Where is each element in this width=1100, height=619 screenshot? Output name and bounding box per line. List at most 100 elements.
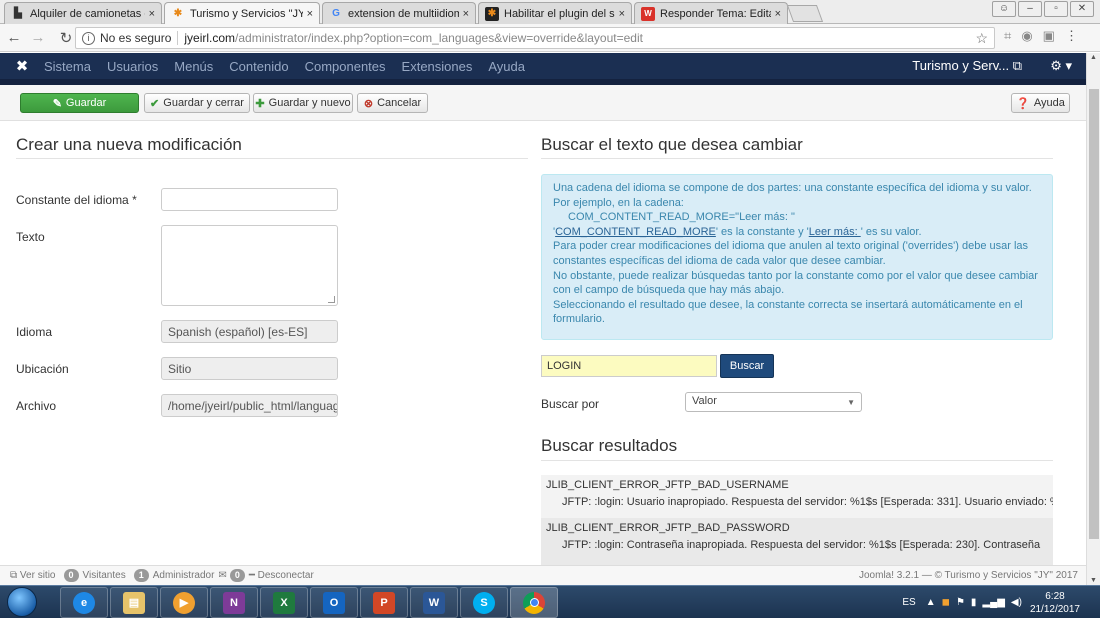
signal-icon[interactable]: ▂▄▆ <box>982 597 1004 608</box>
cancel-button[interactable]: ⊗ Cancelar <box>357 93 428 113</box>
joomla-dark-icon: ✱ <box>485 6 499 21</box>
taskbar-outlook[interactable]: O <box>310 587 358 618</box>
save-close-button[interactable]: ✔ Guardar y cerrar <box>144 93 250 113</box>
taskbar-powerpoint[interactable]: P <box>360 587 408 618</box>
info-line: No obstante, puede realizar búsquedas ta… <box>553 269 1038 282</box>
constant-label: Constante del idioma * <box>16 193 137 207</box>
language-label: Idioma <box>16 325 53 339</box>
menu-contenido[interactable]: Contenido <box>229 59 288 74</box>
search-input[interactable]: LOGIN <box>541 355 717 377</box>
taskbar-ie[interactable]: e <box>60 587 108 618</box>
tab-label: extension de multiidiom <box>348 7 459 20</box>
google-icon: G <box>332 8 340 19</box>
site-link[interactable]: Turismo y Serv... ⧉ <box>912 58 1022 74</box>
search-button[interactable]: Buscar <box>720 354 774 378</box>
messages-badge[interactable]: 0 <box>229 569 245 582</box>
menu-ayuda[interactable]: Ayuda <box>488 59 525 74</box>
help-button[interactable]: ❓ Ayuda <box>1011 93 1070 113</box>
network-icon[interactable]: ▮ <box>971 597 977 608</box>
constant-link[interactable]: COM_CONTENT_READ_MORE <box>555 226 716 238</box>
search-by-select[interactable]: Valor ▼ <box>685 392 862 412</box>
admins-badge: 1 <box>133 569 149 582</box>
search-by-label: Buscar por <box>541 397 600 411</box>
value-link[interactable]: Leer más: <box>809 226 861 238</box>
reload-icon[interactable]: ↻ <box>56 29 76 47</box>
file-field: /home/jyeirl/public_html/language/o <box>161 394 338 417</box>
info-icon[interactable]: i <box>82 31 95 45</box>
menu-sistema[interactable]: Sistema <box>44 59 91 74</box>
minimize-icon[interactable]: – <box>1018 1 1042 17</box>
taskbar-explorer[interactable]: ▤ <box>110 587 158 618</box>
info-line: constantes específicas del idioma de cad… <box>553 254 886 267</box>
info-alert: Una cadena del idioma se compone de dos … <box>541 174 1053 340</box>
taskbar-chrome[interactable] <box>510 587 558 618</box>
close-icon[interactable]: × <box>775 8 781 20</box>
result-item[interactable]: JLIB_CLIENT_ERROR_JFTP_BAD_PASSWORD JFTP… <box>541 518 1053 565</box>
bookmark-star-icon[interactable]: ☆ <box>975 30 988 47</box>
logout-link[interactable]: ━ Desconectar <box>249 570 314 581</box>
menu-dots-icon[interactable]: ⋮ <box>1065 28 1078 44</box>
extension-translate-icon[interactable]: ⌗ <box>1004 28 1011 44</box>
maximize-icon[interactable]: ▫ <box>1044 1 1068 17</box>
office-tray-icon[interactable]: ◼ <box>942 597 950 608</box>
menu-extensiones[interactable]: Extensiones <box>402 59 473 74</box>
user-settings-menu[interactable]: ⚙ ▾ <box>1050 58 1072 74</box>
page-scrollbar[interactable]: ▲ ▼ <box>1086 53 1100 585</box>
tab-label: Alquiler de camionetas e <box>30 7 145 20</box>
camera-icon[interactable]: ◉ <box>1021 28 1032 44</box>
footer-copyright: Joomla! 3.2.1 — © Turismo y Servicios "J… <box>859 570 1078 581</box>
save-button[interactable]: ✎ Guardar <box>20 93 139 113</box>
joomla-logo-icon[interactable]: ✖ <box>0 57 44 75</box>
back-icon[interactable]: ← <box>4 29 24 46</box>
info-fragment: ' es su valor. <box>860 225 922 238</box>
menu-usuarios[interactable]: Usuarios <box>107 59 158 74</box>
browser-tab-2[interactable]: ✱ Turismo y Servicios "JY" × <box>164 2 320 24</box>
help-label: Ayuda <box>1033 97 1065 109</box>
close-icon[interactable]: × <box>619 8 625 20</box>
browser-tab-4[interactable]: ✱ Habilitar el plugin del sis × <box>478 2 632 24</box>
text-label: Texto <box>16 230 45 244</box>
browser-tab-1[interactable]: ▙ Alquiler de camionetas e × <box>4 2 162 24</box>
close-window-icon[interactable]: ✕ <box>1070 1 1094 17</box>
info-line: 'COM_CONTENT_READ_MORE' es la constante … <box>553 225 1041 240</box>
menu-componentes[interactable]: Componentes <box>305 59 386 74</box>
extension-icon[interactable]: ▣ <box>1043 28 1055 44</box>
close-icon[interactable]: × <box>149 8 155 20</box>
flag-icon[interactable]: ⚑ <box>956 597 965 608</box>
resize-handle-icon[interactable] <box>328 296 335 303</box>
browser-tab-3[interactable]: G extension de multiidiom × <box>322 2 476 24</box>
menu-menus[interactable]: Menús <box>174 59 213 74</box>
tab-label: Responder Tema: Editar <box>660 7 771 20</box>
clock[interactable]: 6:28 21/12/2017 <box>1030 590 1080 616</box>
close-icon[interactable]: × <box>307 8 313 20</box>
security-label[interactable]: No es seguro <box>100 31 179 45</box>
external-link-icon: ⧉ <box>10 570 18 581</box>
view-site-link[interactable]: ⧉ Ver sitio <box>10 570 56 581</box>
scroll-down-icon[interactable]: ▼ <box>1090 577 1097 584</box>
url-path: /administrator/index.php?option=com_lang… <box>235 31 643 45</box>
constant-input[interactable] <box>161 188 338 211</box>
system-tray: ES ▲ ◼ ⚑ ▮ ▂▄▆ ◀) 6:28 21/12/2017 <box>902 586 1100 619</box>
taskbar-word[interactable]: W <box>410 587 458 618</box>
tray-expand-icon[interactable]: ▲ <box>926 597 936 608</box>
browser-tab-5[interactable]: W Responder Tema: Editar × <box>634 2 788 24</box>
scroll-up-icon[interactable]: ▲ <box>1090 54 1097 61</box>
media-player-icon: ▶ <box>173 591 195 614</box>
url-field[interactable]: i No es seguro jyeirl.com/administrator/… <box>75 27 995 49</box>
text-textarea[interactable] <box>161 225 338 306</box>
taskbar-media[interactable]: ▶ <box>160 587 208 618</box>
close-icon[interactable]: × <box>463 8 469 20</box>
save-new-button[interactable]: ✚ Guardar y nuevo <box>253 93 353 113</box>
user-icon[interactable]: ☺ <box>992 1 1016 17</box>
volume-icon[interactable]: ◀) <box>1011 597 1022 608</box>
taskbar-onenote[interactable]: N <box>210 587 258 618</box>
new-tab-button[interactable] <box>786 5 824 22</box>
forward-icon[interactable]: → <box>28 29 48 46</box>
divider <box>16 158 528 159</box>
language-indicator[interactable]: ES <box>902 597 915 608</box>
start-button[interactable] <box>7 587 37 617</box>
taskbar-excel[interactable]: X <box>260 587 308 618</box>
result-item[interactable]: JLIB_CLIENT_ERROR_JFTP_BAD_USERNAME JFTP… <box>541 475 1053 518</box>
taskbar-skype[interactable]: S <box>460 587 508 618</box>
scrollbar-thumb[interactable] <box>1089 89 1099 539</box>
